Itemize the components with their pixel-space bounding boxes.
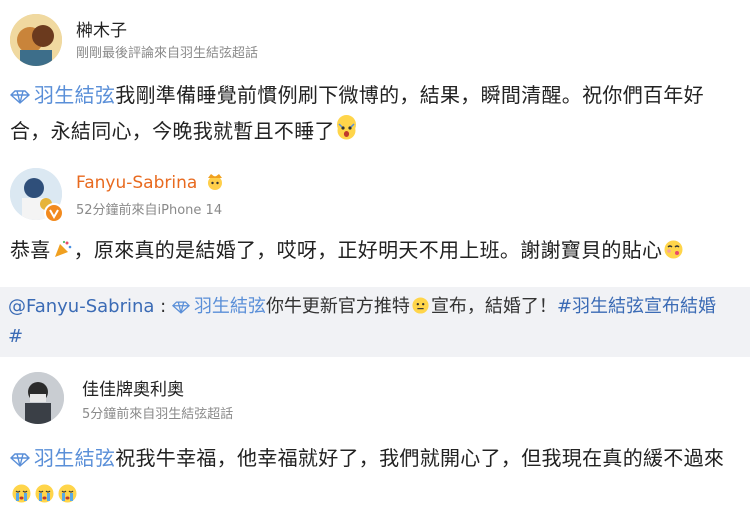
topic-label: 羽生結弦	[193, 296, 266, 317]
repost-body: @Fanyu-Sabrina : 羽生結弦你牛更新官方推特 宣布，結婚了！#羽生…	[8, 292, 738, 352]
crying-face-icon	[58, 478, 77, 503]
diamond-icon	[10, 89, 30, 104]
post-2: Fanyu-Sabrina 52分鐘前來自iPhone 14 恭喜 ，原來真的是…	[0, 165, 750, 287]
post-text-a: 恭喜	[10, 238, 51, 262]
supertopic-link[interactable]: 羽生結弦	[171, 296, 266, 317]
topic-label: 羽生結弦	[34, 83, 116, 107]
post-body: 羽生結弦我剛準備睡覺前慣例刷下微博的，結果，瞬間清醒。祝你們百年好合，永結同心，…	[10, 77, 738, 149]
username[interactable]: 佳佳牌奧利奧	[82, 375, 184, 400]
mention-link[interactable]: @Fanyu-Sabrina	[8, 296, 154, 317]
post-body: 羽生結弦祝我牛幸福，他幸福就好了，我們就開心了，但我現在真的緩不過來	[10, 440, 738, 512]
diamond-icon	[171, 300, 190, 314]
post-text-b: ，原來真的是結婚了，哎呀，正好明天不用上班。謝謝寶貝的貼心	[73, 238, 663, 262]
username[interactable]: Fanyu-Sabrina	[76, 172, 227, 193]
supertopic-link[interactable]: 羽生結弦	[10, 446, 115, 470]
post-meta: 52分鐘前來自iPhone 14	[76, 203, 223, 218]
username-label: Fanyu-Sabrina	[76, 173, 198, 193]
username[interactable]: 榊木子	[76, 16, 127, 41]
crying-face-icon	[12, 478, 31, 503]
post-meta: 5分鐘前來自羽生結弦超話	[82, 407, 234, 422]
post-body: 恭喜 ，原來真的是結婚了，哎呀，正好明天不用上班。謝謝寶貝的貼心	[10, 232, 738, 268]
kissing-face-icon	[664, 234, 683, 259]
hashtag-continuation[interactable]: #	[8, 326, 23, 347]
post-3: 佳佳牌奧利奧 5分鐘前來自羽生結弦超話 羽生結弦祝我牛幸福，他幸福就好了，我們就…	[0, 357, 750, 511]
avatar[interactable]	[10, 14, 62, 66]
crying-face-icon	[35, 478, 54, 503]
repost-block[interactable]: @Fanyu-Sabrina : 羽生結弦你牛更新官方推特 宣布，結婚了！#羽生…	[0, 287, 750, 357]
verified-badge	[44, 203, 64, 223]
thinking-face-icon	[412, 294, 429, 314]
avatar[interactable]	[12, 372, 64, 424]
post-1: 榊木子 剛剛最後評論來自羽生結弦超話 羽生結弦我剛準備睡覺前慣例刷下微博的，結果…	[0, 0, 750, 165]
topic-label: 羽生結弦	[34, 446, 116, 470]
crown-badge-icon	[205, 172, 225, 190]
verified-v-icon	[49, 209, 59, 220]
shocked-face-icon	[336, 115, 356, 140]
supertopic-link[interactable]: 羽生結弦	[10, 83, 115, 107]
party-popper-icon	[53, 234, 72, 257]
diamond-icon	[10, 452, 30, 467]
repost-text-b: 宣布，結婚了！	[430, 296, 557, 317]
hashtag-link[interactable]: #羽生結弦宣布結婚	[557, 296, 716, 317]
repost-separator: :	[154, 296, 172, 317]
post-text: 祝我牛幸福，他幸福就好了，我們就開心了，但我現在真的緩不過來	[115, 446, 725, 470]
repost-text-a: 你牛更新官方推特	[265, 296, 410, 317]
post-text: 我剛準備睡覺前慣例刷下微博的，結果，瞬間清醒。祝你們百年好合，永結同心，今晚我就…	[10, 83, 704, 143]
post-meta: 剛剛最後評論來自羽生結弦超話	[76, 46, 259, 61]
